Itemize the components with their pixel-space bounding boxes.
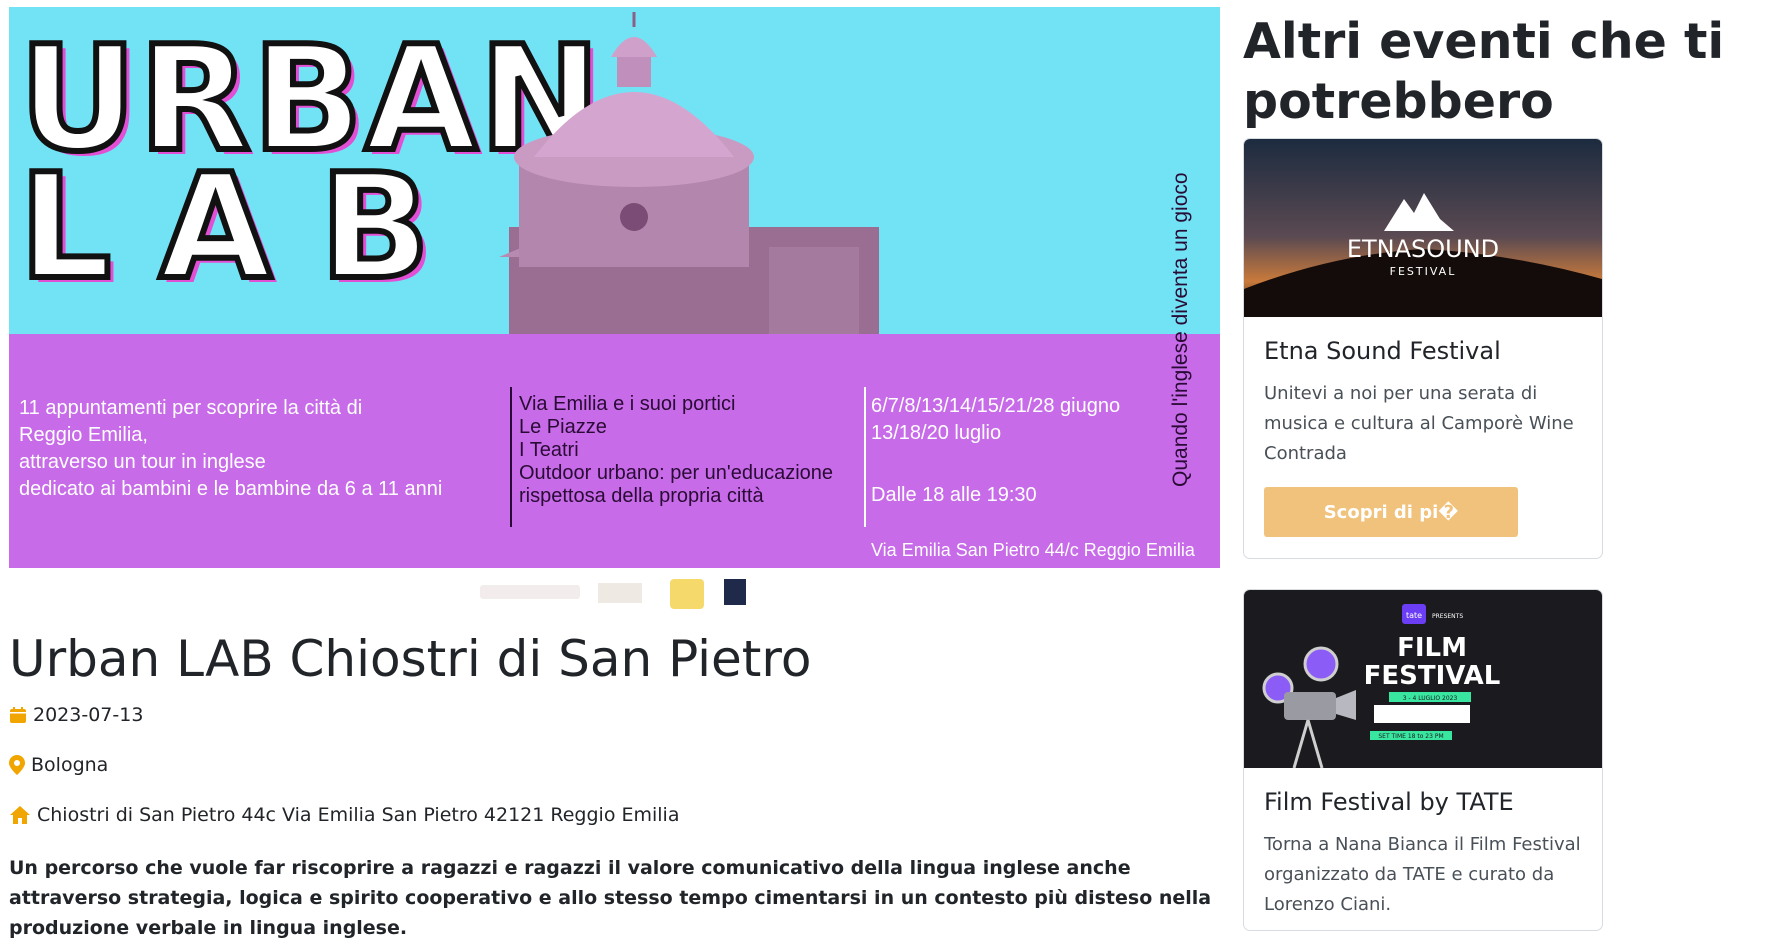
event-date: 2023-07-13	[9, 704, 143, 726]
film-date: 3 - 4 LUGLIO 2023	[1403, 695, 1458, 702]
card-title[interactable]: Film Festival by TATE	[1264, 788, 1514, 816]
laboratori-aperti-logo	[480, 585, 580, 599]
card-title[interactable]: Etna Sound Festival	[1264, 337, 1501, 365]
every-where-logo	[670, 579, 704, 609]
map-pin-icon	[9, 755, 25, 775]
event-poster: URBAN LAB Quando l'inglese diventa un gi…	[9, 7, 1220, 568]
poster-address: Via Emilia San Pietro 44/c Reggio Emilia	[871, 540, 1195, 560]
poster-divider	[510, 387, 512, 527]
poster-desc-line: Reggio Emilia,	[19, 424, 148, 446]
event-title: Urban LAB Chiostri di San Pietro	[9, 630, 812, 688]
poster-dates-june: 6/7/8/13/14/15/21/28 giugno	[871, 395, 1121, 417]
etna-sound-logo-subtitle: FESTIVAL	[1390, 265, 1457, 278]
card-text: Unitevi a noi per una serata di musica e…	[1264, 383, 1574, 464]
poster-vertical-tagline-text: Quando l'inglese diventa un gioco	[1169, 172, 1192, 487]
poster-place-line: Via Emilia e i suoi portici	[519, 393, 736, 415]
home-icon	[10, 806, 30, 824]
event-city: Bologna	[9, 754, 108, 776]
event-card: ETNASOUND FESTIVAL Etna Sound Festival U…	[1243, 138, 1603, 559]
ngo-logo	[724, 579, 746, 605]
poster-desc-line: attraverso un tour in inglese	[19, 451, 266, 473]
event-address-text: Chiostri di San Pietro 44c Via Emilia Sa…	[37, 804, 680, 826]
poster-place-line: rispettosa della propria città	[519, 485, 764, 507]
event-card: tate PRESENTS FILM FESTIVAL 3 - 4 LUGLIO…	[1243, 589, 1603, 931]
poster-dates-july: 13/18/20 luglio	[871, 422, 1002, 444]
poster-place-line: Le Piazze	[519, 416, 607, 438]
poster-time: Dalle 18 alle 19:30	[871, 484, 1037, 506]
event-city-text: Bologna	[31, 754, 109, 776]
poster-dates: 6/7/8/13/14/15/21/28 giugno 13/18/20 lug…	[871, 393, 1161, 447]
chiostri-logo	[598, 583, 642, 603]
etna-sound-image[interactable]: ETNASOUND FESTIVAL	[1244, 139, 1602, 317]
poster-description: 11 appuntamenti per scoprire la città di…	[19, 395, 499, 503]
film-title-line2: FESTIVAL	[1364, 661, 1501, 691]
event-date-text: 2023-07-13	[33, 704, 144, 726]
event-address: Chiostri di San Pietro 44c Via Emilia Sa…	[9, 804, 679, 826]
church-dome-image	[499, 12, 879, 334]
film-title-line1: FILM	[1397, 633, 1467, 663]
discover-more-button[interactable]: Scopri di pi�	[1264, 487, 1518, 537]
event-description: Un percorso che vuole far riscoprire a r…	[9, 857, 1212, 939]
film-set-time: SET TIME 18 to 23 PM	[1378, 733, 1443, 740]
sponsor-logos	[480, 579, 746, 609]
poster-place-line: Outdoor urbano: per un'educazione	[519, 462, 834, 484]
card-text: Torna a Nana Bianca il Film Festival org…	[1264, 834, 1581, 915]
poster-desc-line: dedicato ai bambini e le bambine da 6 a …	[19, 478, 443, 500]
poster-vertical-tagline: Quando l'inglese diventa un gioco	[1169, 172, 1192, 487]
film-festival-image[interactable]: tate PRESENTS FILM FESTIVAL 3 - 4 LUGLIO…	[1244, 590, 1602, 768]
poster-places: Via Emilia e i suoi portici Le Piazze I …	[519, 393, 859, 508]
poster-divider	[864, 387, 866, 527]
poster-title-line2: LAB	[16, 143, 479, 312]
tate-presents: PRESENTS	[1432, 613, 1463, 620]
tate-badge: tate	[1406, 611, 1422, 620]
etna-sound-logo-title: ETNASOUND	[1347, 235, 1499, 263]
poster-desc-line: 11 appuntamenti per scoprire la città di	[19, 397, 363, 419]
poster-place-line: I Teatri	[519, 439, 579, 461]
calendar-icon	[10, 707, 26, 723]
